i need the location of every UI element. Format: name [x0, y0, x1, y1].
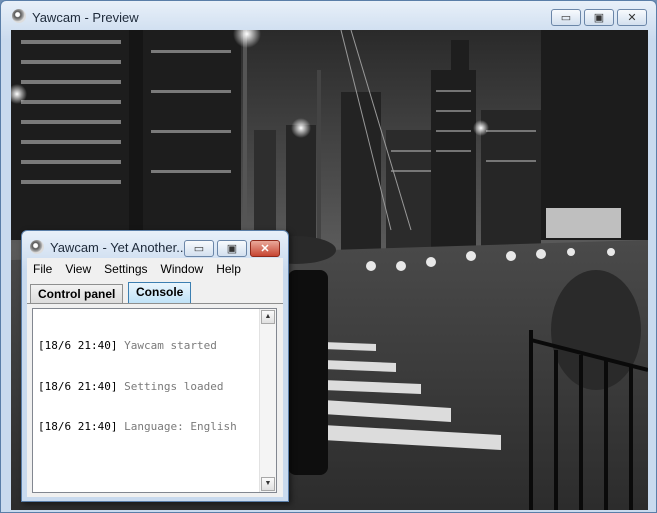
tab-bar: Control panel Console [27, 280, 283, 304]
log-line: [18/6 21:40] Settings loaded [38, 380, 237, 394]
menu-file[interactable]: File [27, 262, 59, 276]
log-message: Language: English [124, 420, 237, 433]
minimize-icon: ▭ [193, 243, 205, 255]
maximize-button[interactable]: ▣ [584, 9, 614, 26]
console-panel: [18/6 21:40] Yawcam started [18/6 21:40]… [27, 303, 283, 497]
close-button[interactable]: ✕ [617, 9, 647, 26]
log-message: Yawcam started [124, 339, 217, 352]
webcam-icon [30, 240, 44, 254]
log-time: [18/6 21:40] [38, 379, 118, 393]
maximize-icon: ▣ [593, 12, 605, 24]
menu-settings[interactable]: Settings [98, 262, 154, 276]
log-line: [18/6 21:40] Language: English [38, 420, 237, 434]
console-log-area[interactable]: [18/6 21:40] Yawcam started [18/6 21:40]… [32, 308, 277, 493]
close-button[interactable]: ✕ [250, 240, 280, 257]
menu-view[interactable]: View [59, 262, 98, 276]
log-time: [18/6 21:40] [38, 339, 118, 352]
log-lines: [18/6 21:40] Yawcam started [18/6 21:40]… [38, 312, 237, 461]
menu-bar: File View Settings Window Help [27, 258, 283, 280]
menu-window[interactable]: Window [155, 262, 211, 276]
menu-help[interactable]: Help [210, 262, 248, 276]
maximize-icon: ▣ [226, 243, 238, 255]
tab-console[interactable]: Console [128, 282, 192, 303]
log-line: [18/6 21:40] Yawcam started [38, 339, 237, 353]
log-time: [18/6 21:40] [38, 420, 118, 433]
log-message: Settings loaded [124, 379, 224, 393]
close-icon: ✕ [260, 243, 270, 255]
console-window: Yawcam - Yet Another... ▭ ▣ ✕ File View … [21, 230, 289, 502]
tab-control-panel[interactable]: Control panel [30, 284, 124, 303]
minimize-button[interactable]: ▭ [184, 240, 214, 257]
vertical-scrollbar[interactable]: ▲ ▼ [259, 309, 276, 492]
window-title: Yawcam - Yet Another... [50, 240, 188, 255]
minimize-button[interactable]: ▭ [551, 9, 581, 26]
minimize-icon: ▭ [560, 12, 572, 24]
close-icon: ✕ [627, 12, 637, 24]
console-titlebar[interactable]: Yawcam - Yet Another... ▭ ▣ ✕ [22, 231, 288, 261]
maximize-button[interactable]: ▣ [217, 240, 247, 257]
scroll-up-arrow-icon[interactable]: ▲ [261, 310, 275, 324]
preview-titlebar[interactable]: Yawcam - Preview ▭ ▣ ✕ [1, 1, 656, 31]
scroll-down-arrow-icon[interactable]: ▼ [261, 477, 275, 491]
webcam-icon [12, 9, 26, 23]
window-title: Yawcam - Preview [32, 10, 139, 25]
